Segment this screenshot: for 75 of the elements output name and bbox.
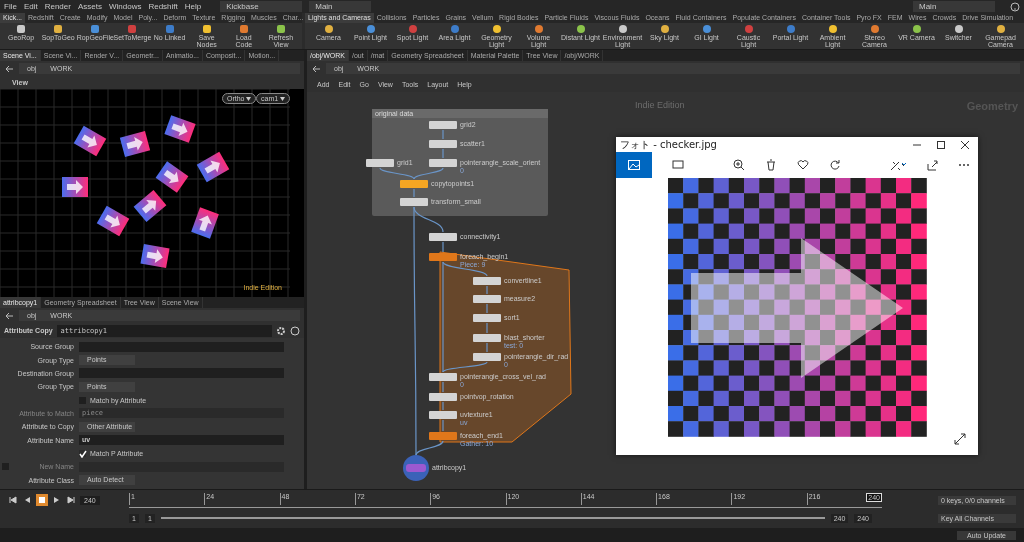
- delete-icon[interactable]: [765, 159, 777, 171]
- network-node[interactable]: [473, 353, 501, 361]
- light-icon: [743, 24, 754, 34]
- edit-icon[interactable]: [890, 159, 906, 171]
- image-icon: [628, 160, 640, 170]
- tool-icon: [127, 24, 138, 34]
- back-arrow-icon[interactable]: [311, 64, 321, 73]
- light-icon: [869, 24, 880, 34]
- checkbox[interactable]: [79, 450, 86, 458]
- network-node[interactable]: [429, 393, 457, 401]
- back-arrow-icon[interactable]: [4, 64, 14, 73]
- first-frame-icon[interactable]: [8, 495, 18, 505]
- expand-icon[interactable]: [954, 433, 966, 445]
- network-node[interactable]: [429, 159, 457, 167]
- light-icon: [323, 24, 334, 34]
- network-node[interactable]: [429, 373, 457, 381]
- menu-item[interactable]: Assets: [77, 2, 102, 11]
- context-select[interactable]: Main: [913, 1, 995, 12]
- network-node[interactable]: [473, 314, 501, 322]
- light-icon: [659, 24, 670, 34]
- network-node[interactable]: [473, 277, 501, 285]
- tool-icon: [16, 24, 27, 34]
- network-node[interactable]: [429, 411, 457, 419]
- display-node[interactable]: [403, 455, 429, 481]
- caret-icon: [246, 97, 252, 101]
- menu-item[interactable]: File: [4, 2, 17, 11]
- window-title: フォト - checker.jpg: [620, 137, 718, 152]
- tool-icon: [238, 24, 249, 34]
- network-node[interactable]: [429, 121, 457, 129]
- network-node[interactable]: [400, 198, 428, 206]
- gear-icon[interactable]: [276, 325, 286, 336]
- light-icon: [407, 24, 418, 34]
- tool-icon: [164, 24, 175, 34]
- light-icon: [827, 24, 838, 34]
- context-select[interactable]: Main: [309, 1, 372, 12]
- caret-icon: [280, 97, 286, 101]
- light-icon: [995, 24, 1006, 34]
- tool-icon: [90, 24, 101, 34]
- menu-item[interactable]: Help: [184, 2, 202, 11]
- light-icon: [533, 24, 544, 34]
- menu-item[interactable]: Redshift: [148, 2, 178, 11]
- tool-icon: [201, 24, 212, 34]
- image-view-button[interactable]: [616, 152, 652, 178]
- last-frame-icon[interactable]: [66, 495, 76, 505]
- menu-item[interactable]: Render: [44, 2, 71, 11]
- light-icon: [575, 24, 586, 34]
- light-icon: [911, 24, 922, 34]
- light-icon: [953, 24, 964, 34]
- close-icon[interactable]: [960, 139, 970, 150]
- maximize-icon[interactable]: [936, 139, 946, 150]
- network-node[interactable]: [429, 432, 457, 440]
- light-icon: [365, 24, 376, 34]
- network-node[interactable]: [366, 159, 394, 167]
- network-node[interactable]: [473, 295, 501, 303]
- stop-icon[interactable]: [36, 494, 48, 506]
- network-node[interactable]: [400, 180, 428, 188]
- network-node[interactable]: [429, 140, 457, 148]
- tool-icon: [275, 24, 286, 34]
- network-node[interactable]: [429, 233, 457, 241]
- tool-icon: [53, 24, 64, 34]
- light-icon: [449, 24, 460, 34]
- light-icon: [617, 24, 628, 34]
- light-icon: [785, 24, 796, 34]
- heart-icon[interactable]: [797, 159, 809, 171]
- menu-item[interactable]: Edit: [23, 2, 38, 11]
- light-icon: [701, 24, 712, 34]
- network-node[interactable]: [473, 334, 501, 342]
- back-arrow-icon[interactable]: [4, 311, 14, 320]
- light-icon: [491, 24, 502, 34]
- menu-item[interactable]: Windows: [108, 2, 142, 11]
- share-icon[interactable]: [926, 159, 938, 171]
- network-node[interactable]: [429, 253, 457, 261]
- zoom-in-icon[interactable]: [733, 159, 745, 171]
- rotate-icon[interactable]: [829, 159, 841, 171]
- desktop-select[interactable]: Kickbase: [220, 1, 303, 12]
